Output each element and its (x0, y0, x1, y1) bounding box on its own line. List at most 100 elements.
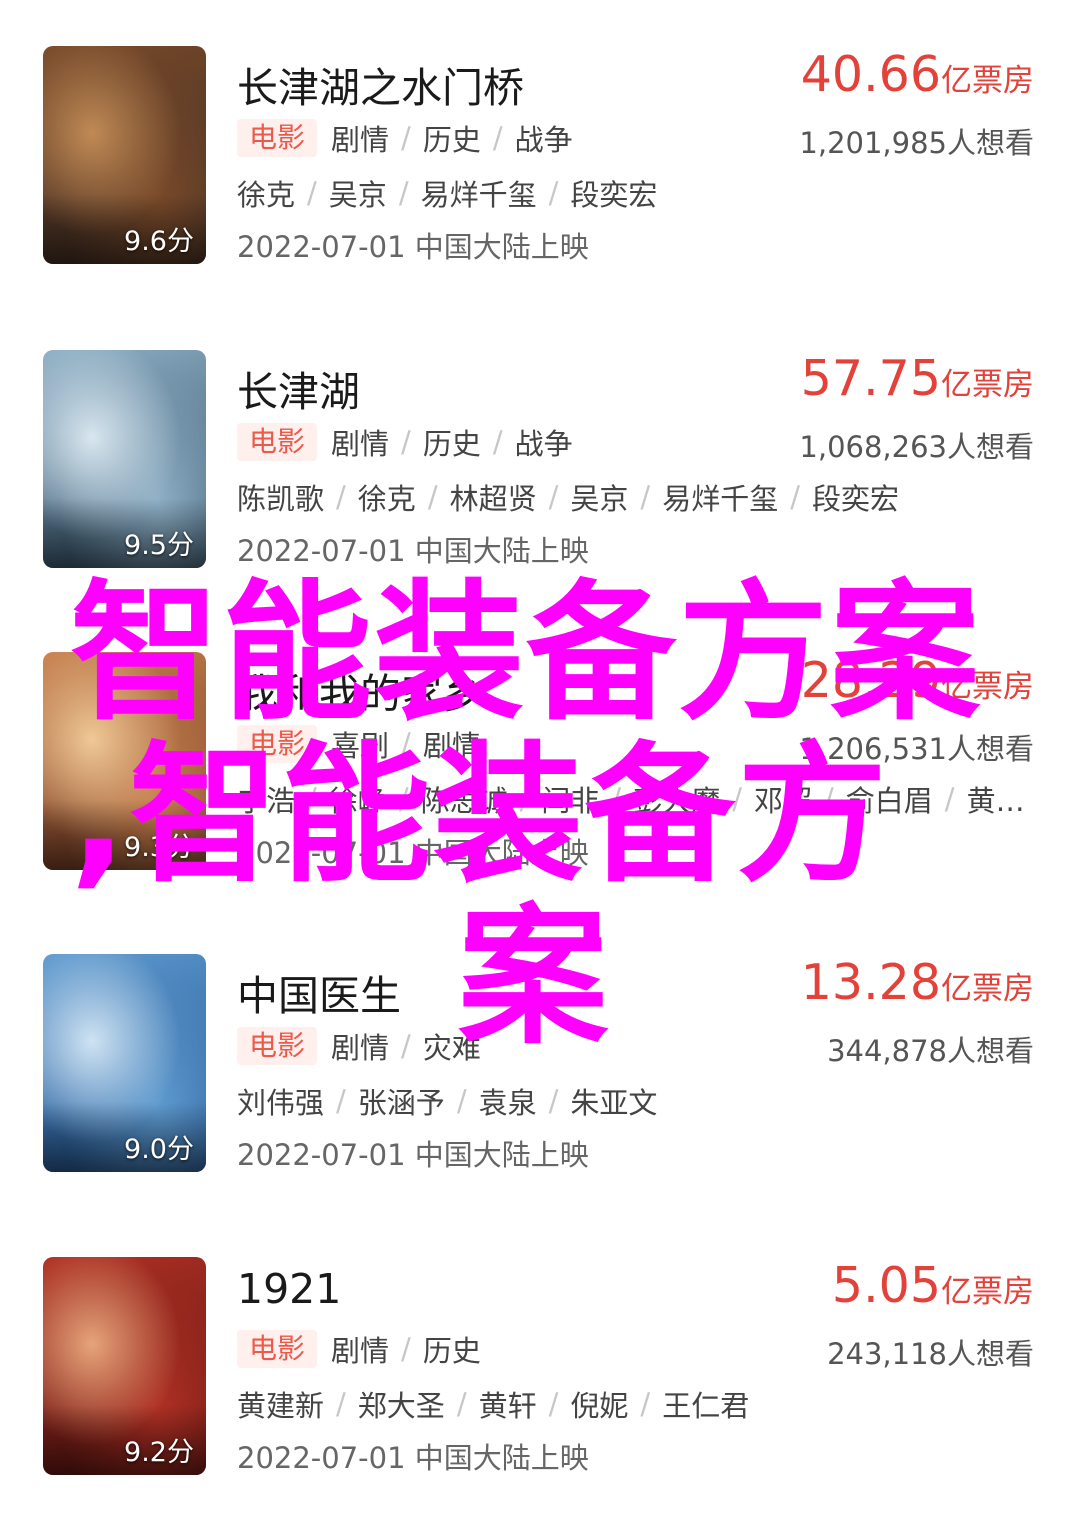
movie-poster[interactable]: 9.6分 (43, 46, 206, 264)
box-office-value: 5.05 (831, 1257, 941, 1314)
box-office: 5.05亿票房 (832, 1257, 1034, 1314)
want-to-see-count: 1,068,263人想看 (799, 430, 1034, 464)
movie-card[interactable]: 9.3分 我和我的家乡 电影 喜剧 / 剧情 宁浩 / 徐峥 / 陈思诚 / 闫非 / 彭大魔 / 邓超… (0, 652, 1080, 882)
want-to-see-count: 344,878人想看 (827, 1034, 1034, 1068)
movie-card[interactable]: 9.5分 长津湖 电影 剧情 / 历史 / 战争 陈凯歌 / 徐克 / 林超贤 / 吴京 / 易烊千玺 /… (0, 350, 1080, 580)
cast-member: 段奕宏 (570, 178, 658, 212)
genre-tag: 历史 (422, 123, 481, 157)
box-office: 28.29亿票房 (801, 652, 1034, 709)
cast-member: 邓超 (753, 784, 812, 818)
separator: / (824, 782, 834, 816)
box-office-unit: 亿票房 (941, 1274, 1034, 1310)
movie-cast: 宁浩 / 徐峥 / 陈思诚 / 闫非 / 彭大魔 / 邓超 / 俞白眉 / 黄… (237, 778, 1025, 820)
cast-member: 段奕宏 (811, 482, 899, 516)
genre-tag: 剧情 (331, 427, 390, 461)
separator: / (548, 480, 559, 514)
genre-tag: 历史 (422, 427, 481, 461)
movie-genres: 电影 剧情 / 历史 / 战争 (237, 422, 573, 462)
category-badge: 电影 (237, 1027, 318, 1065)
category-badge: 电影 (237, 725, 318, 763)
movie-title[interactable]: 中国医生 (237, 962, 401, 1022)
cast-member: 易烊千玺 (662, 482, 779, 516)
movie-title[interactable]: 我和我的家乡 (237, 660, 483, 720)
separator: / (307, 782, 317, 816)
box-office-unit: 亿票房 (941, 367, 1034, 403)
separator: / (640, 1387, 651, 1421)
movie-genres: 电影 剧情 / 历史 (237, 1329, 481, 1369)
box-office-unit: 亿票房 (941, 971, 1034, 1007)
want-to-see-count: 243,118人想看 (827, 1337, 1034, 1371)
cast-member: 林超贤 (449, 482, 537, 516)
movie-poster[interactable]: 9.2分 (43, 1257, 206, 1475)
separator: / (398, 782, 409, 816)
movie-card[interactable]: 9.2分 1921 电影 剧情 / 历史 黄建新 / 郑大圣 / 黄轩 / 倪妮 / 王仁君 202… (0, 1257, 1080, 1487)
movie-genres: 电影 剧情 / 灾难 (237, 1026, 481, 1066)
release-info: 2022-07-01 中国大陆上映 (237, 230, 589, 264)
box-office: 40.66亿票房 (801, 46, 1034, 103)
cast-member: 倪妮 (570, 1389, 629, 1423)
genre-tag: 剧情 (331, 1031, 390, 1065)
rating-score: 9.3分 (124, 832, 194, 863)
separator: / (401, 425, 411, 459)
separator: / (336, 1084, 346, 1118)
category-badge: 电影 (237, 1330, 318, 1368)
release-info: 2022-07-01 中国大陆上映 (237, 1441, 589, 1475)
movie-cast: 徐克 / 吴京 / 易烊千玺 / 段奕宏 (237, 172, 657, 214)
separator: / (492, 425, 503, 459)
genre-tag: 战争 (514, 123, 573, 157)
genre-tag: 剧情 (331, 1334, 390, 1368)
box-office: 57.75亿票房 (801, 350, 1034, 407)
genre-tag: 剧情 (331, 123, 390, 157)
rating-score: 9.0分 (124, 1134, 194, 1165)
rating-score: 9.5分 (124, 530, 194, 561)
separator: / (790, 480, 800, 514)
separator: / (944, 782, 955, 816)
separator: / (732, 782, 742, 816)
separator: / (401, 727, 411, 761)
movie-cast: 陈凯歌 / 徐克 / 林超贤 / 吴京 / 易烊千玺 / 段奕宏 (237, 476, 899, 518)
cast-member: 刘伟强 (237, 1086, 325, 1120)
movie-title[interactable]: 1921 (237, 1265, 341, 1313)
cast-member: 宁浩 (237, 784, 296, 818)
separator: / (548, 176, 559, 210)
separator: / (307, 176, 317, 210)
box-office-value: 28.29 (800, 652, 941, 709)
release-info: 2022-07-01 中国大陆上映 (237, 1138, 589, 1172)
separator: / (456, 1387, 467, 1421)
separator: / (492, 121, 503, 155)
separator: / (427, 480, 438, 514)
cast-member: 吴京 (328, 178, 387, 212)
movie-poster[interactable]: 9.0分 (43, 954, 206, 1172)
separator: / (640, 480, 651, 514)
movie-cast: 黄建新 / 郑大圣 / 黄轩 / 倪妮 / 王仁君 (237, 1383, 749, 1425)
box-office-unit: 亿票房 (941, 63, 1034, 99)
release-info: 2022-07-01 中国大陆上映 (237, 534, 589, 568)
movie-cast: 刘伟强 / 张涵予 / 袁泉 / 朱亚文 (237, 1080, 657, 1122)
separator: / (611, 782, 622, 816)
movie-poster[interactable]: 9.5分 (43, 350, 206, 568)
release-info: 2022-07-01 中国大陆上映 (237, 836, 589, 870)
want-to-see-count: 1,201,985人想看 (799, 126, 1034, 160)
separator: / (401, 1332, 411, 1366)
category-badge: 电影 (237, 119, 318, 157)
cast-member: 陈思诚 (420, 784, 508, 818)
movie-card[interactable]: 9.0分 中国医生 电影 剧情 / 灾难 刘伟强 / 张涵予 / 袁泉 / 朱亚文 2022-0… (0, 954, 1080, 1184)
movie-title[interactable]: 长津湖 (237, 358, 360, 418)
cast-member: 徐克 (237, 178, 296, 212)
cast-member: 易烊千玺 (420, 178, 537, 212)
box-office-value: 13.28 (800, 954, 941, 1011)
genre-tag: 剧情 (422, 729, 481, 763)
want-to-see-count: 1,206,531人想看 (799, 732, 1034, 766)
movie-title[interactable]: 长津湖之水门桥 (237, 54, 524, 114)
movie-genres: 电影 喜剧 / 剧情 (237, 724, 481, 764)
movie-genres: 电影 剧情 / 历史 / 战争 (237, 118, 573, 158)
separator: / (336, 1387, 346, 1421)
movie-card[interactable]: 9.6分 长津湖之水门桥 电影 剧情 / 历史 / 战争 徐克 / 吴京 / 易烊千玺 / 段奕宏 … (0, 46, 1080, 276)
separator: / (398, 176, 409, 210)
genre-tag: 战争 (514, 427, 573, 461)
movie-poster[interactable]: 9.3分 (43, 652, 206, 870)
cast-member: 张涵予 (357, 1086, 445, 1120)
cast-member: 彭大魔 (633, 784, 721, 818)
rating-score: 9.6分 (124, 226, 194, 257)
box-office-value: 40.66 (800, 46, 941, 103)
